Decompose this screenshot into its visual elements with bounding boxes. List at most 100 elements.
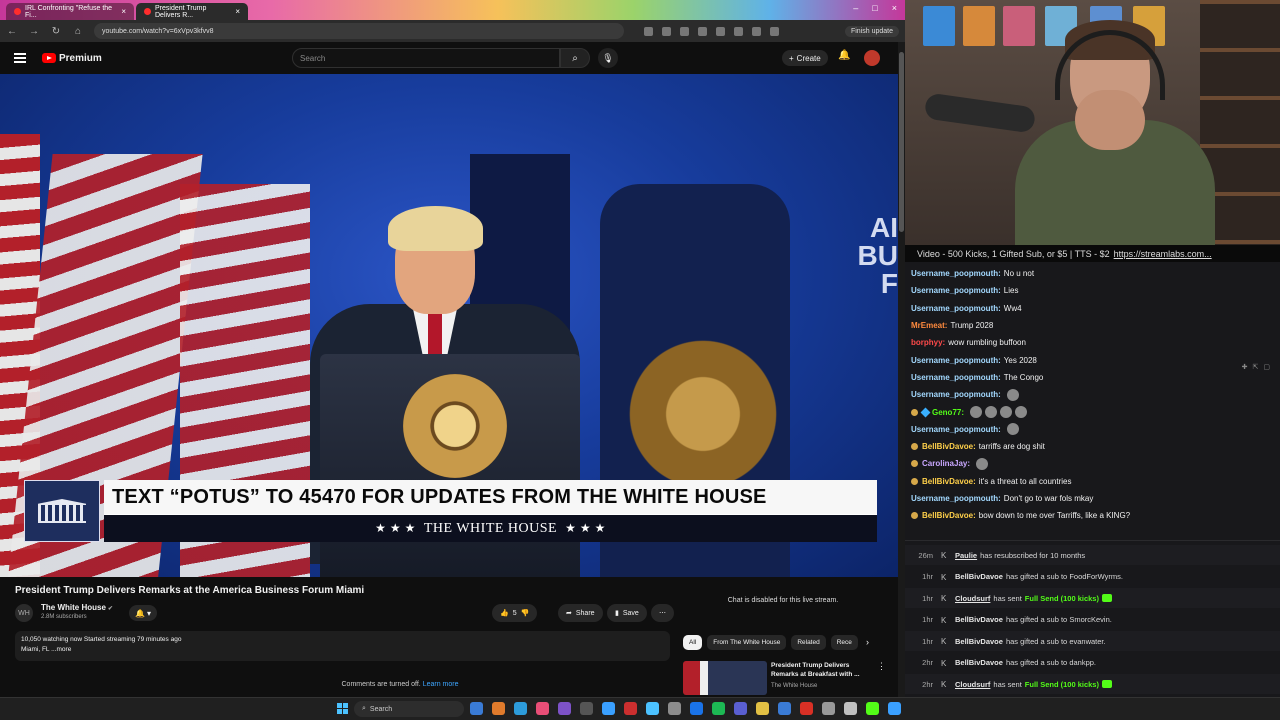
settings-icon[interactable]: ▢: [1263, 363, 1270, 371]
chat-username[interactable]: Username_poopmouth:: [911, 494, 1001, 503]
subscriber-badge-icon: [911, 477, 918, 485]
chip-from-channel[interactable]: From The White House: [707, 635, 787, 650]
close-tab-icon[interactable]: ×: [235, 7, 240, 16]
chat-username[interactable]: Username_poopmouth:: [911, 373, 1001, 382]
taskbar-app-icon[interactable]: [514, 702, 527, 715]
search-input[interactable]: Search: [292, 48, 560, 68]
close-window-icon[interactable]: ×: [892, 3, 897, 13]
page-scrollbar[interactable]: [898, 42, 905, 697]
chat-username[interactable]: Username_poopmouth:: [911, 286, 1001, 295]
taskbar-app-icon[interactable]: [822, 702, 835, 715]
taskbar-app-icons: [470, 702, 901, 715]
home-icon[interactable]: ⌂: [72, 26, 84, 37]
recommended-video-channel[interactable]: The White House: [771, 683, 817, 689]
share-button[interactable]: ➦ Share: [558, 604, 603, 622]
maximize-icon[interactable]: □: [872, 3, 877, 13]
taskbar-app-icon[interactable]: [712, 702, 725, 715]
like-dislike-button[interactable]: 👍 5 👎: [492, 604, 538, 622]
channel-avatar[interactable]: WH: [15, 604, 33, 622]
taskbar-app-icon[interactable]: [734, 702, 747, 715]
chat-username[interactable]: BellBivDavoe:: [922, 511, 976, 520]
voice-search-button[interactable]: 🎙: [598, 48, 618, 68]
more-vert-icon[interactable]: ⋮: [877, 661, 886, 672]
taskbar-app-icon[interactable]: [624, 702, 637, 715]
taskbar-app-icon[interactable]: [800, 702, 813, 715]
channel-name[interactable]: The White House ✔: [41, 603, 113, 612]
youtube-premium-logo[interactable]: Premium: [42, 53, 102, 64]
popout-icon[interactable]: ⇱: [1253, 363, 1259, 371]
extension-icon[interactable]: [644, 26, 653, 36]
event-username[interactable]: Cloudsurf: [955, 680, 990, 689]
extension-icon[interactable]: [680, 26, 689, 36]
taskbar-app-icon[interactable]: [756, 702, 769, 715]
minimize-icon[interactable]: –: [853, 3, 858, 13]
windows-start-icon[interactable]: [337, 703, 348, 714]
chat-username[interactable]: Username_poopmouth:: [911, 425, 1001, 434]
close-tab-icon[interactable]: ×: [121, 7, 126, 16]
chat-username[interactable]: CarolinaJay:: [922, 459, 970, 468]
event-username[interactable]: Cloudsurf: [955, 594, 990, 603]
gem-badge-icon: [920, 407, 931, 417]
taskbar-app-icon[interactable]: [602, 702, 615, 715]
taskbar-app-icon[interactable]: [470, 702, 483, 715]
chat-username[interactable]: Username_poopmouth:: [911, 356, 1001, 365]
taskbar-app-icon[interactable]: [492, 702, 505, 715]
chat-username[interactable]: BellBivDavoe:: [922, 442, 976, 451]
browser-tab-active[interactable]: President Trump Delivers R... ×: [136, 3, 248, 20]
recommended-video-title[interactable]: President Trump Delivers Remarks at Brea…: [771, 661, 871, 679]
finish-update-button[interactable]: Finish update: [844, 25, 899, 37]
chat-username[interactable]: Username_poopmouth:: [911, 269, 1001, 278]
event-username[interactable]: Paulie: [955, 551, 977, 560]
taskbar-app-icon[interactable]: [668, 702, 681, 715]
chip-related[interactable]: Related: [791, 635, 826, 650]
taskbar-app-icon[interactable]: [844, 702, 857, 715]
ticker-link[interactable]: https://streamlabs.com...: [1114, 249, 1212, 259]
menu-icon[interactable]: [14, 53, 26, 63]
video-player[interactable]: AI BU F TEXT “POTUS” TO 45470 FOR UPDATE…: [0, 74, 898, 577]
chat-username[interactable]: BellBivDavoe:: [922, 477, 976, 486]
search-button[interactable]: ⌕: [560, 48, 590, 68]
thumbs-up-icon[interactable]: 👍: [500, 609, 509, 617]
extension-icon[interactable]: [716, 26, 725, 36]
chevron-right-icon[interactable]: ›: [866, 637, 869, 647]
recommended-video-thumbnail[interactable]: [683, 661, 767, 695]
back-icon[interactable]: ←: [6, 26, 18, 37]
taskbar-app-icon[interactable]: [690, 702, 703, 715]
subscription-bell-button[interactable]: 🔔 ▾: [129, 605, 157, 621]
taskbar-app-icon[interactable]: [646, 702, 659, 715]
chat-username[interactable]: Geno77:: [932, 408, 964, 417]
learn-more-link[interactable]: Learn more: [423, 681, 459, 688]
account-avatar[interactable]: [864, 50, 880, 66]
browser-tab[interactable]: IRL Confronting "Refuse the Fi... ×: [6, 3, 134, 20]
chip-all[interactable]: All: [683, 635, 703, 650]
pin-icon[interactable]: ✚: [1242, 363, 1248, 371]
taskbar-app-icon[interactable]: [558, 702, 571, 715]
thumbs-down-icon[interactable]: 👎: [521, 609, 530, 617]
extension-icon[interactable]: [698, 26, 707, 36]
url-field[interactable]: youtube.com/watch?v=6xVpv3kfvv8: [94, 23, 624, 39]
description-text[interactable]: Miami, FL ...more: [21, 645, 664, 655]
forward-icon[interactable]: →: [28, 26, 40, 37]
taskbar-search-input[interactable]: ⌕ Search: [354, 701, 464, 717]
notifications-bell-icon[interactable]: 🔔: [838, 50, 850, 61]
taskbar-app-icon[interactable]: [778, 702, 791, 715]
more-actions-button[interactable]: ⋯: [651, 604, 674, 622]
chat-username[interactable]: Username_poopmouth:: [911, 390, 1001, 399]
extension-icon[interactable]: [662, 26, 671, 36]
extension-icon[interactable]: [734, 26, 743, 36]
description-box[interactable]: 10,050 watching now Started streaming 79…: [15, 631, 670, 661]
taskbar-app-icon[interactable]: [536, 702, 549, 715]
chat-message: borphyy: wow rumbling buffoon: [911, 334, 1271, 351]
save-button[interactable]: ▮ Save: [607, 604, 647, 622]
create-button[interactable]: + Create: [782, 50, 828, 66]
taskbar-app-icon[interactable]: [888, 702, 901, 715]
chip-recent[interactable]: Rece: [830, 635, 858, 650]
chat-username[interactable]: MrEmeat:: [911, 321, 947, 330]
reload-icon[interactable]: ↻: [50, 26, 62, 37]
profile-icon[interactable]: [770, 26, 779, 36]
chat-username[interactable]: borphyy:: [911, 338, 945, 347]
taskbar-app-icon[interactable]: [580, 702, 593, 715]
extension-icon[interactable]: [752, 26, 761, 36]
taskbar-app-icon[interactable]: [866, 702, 879, 715]
chat-username[interactable]: Username_poopmouth:: [911, 304, 1001, 313]
